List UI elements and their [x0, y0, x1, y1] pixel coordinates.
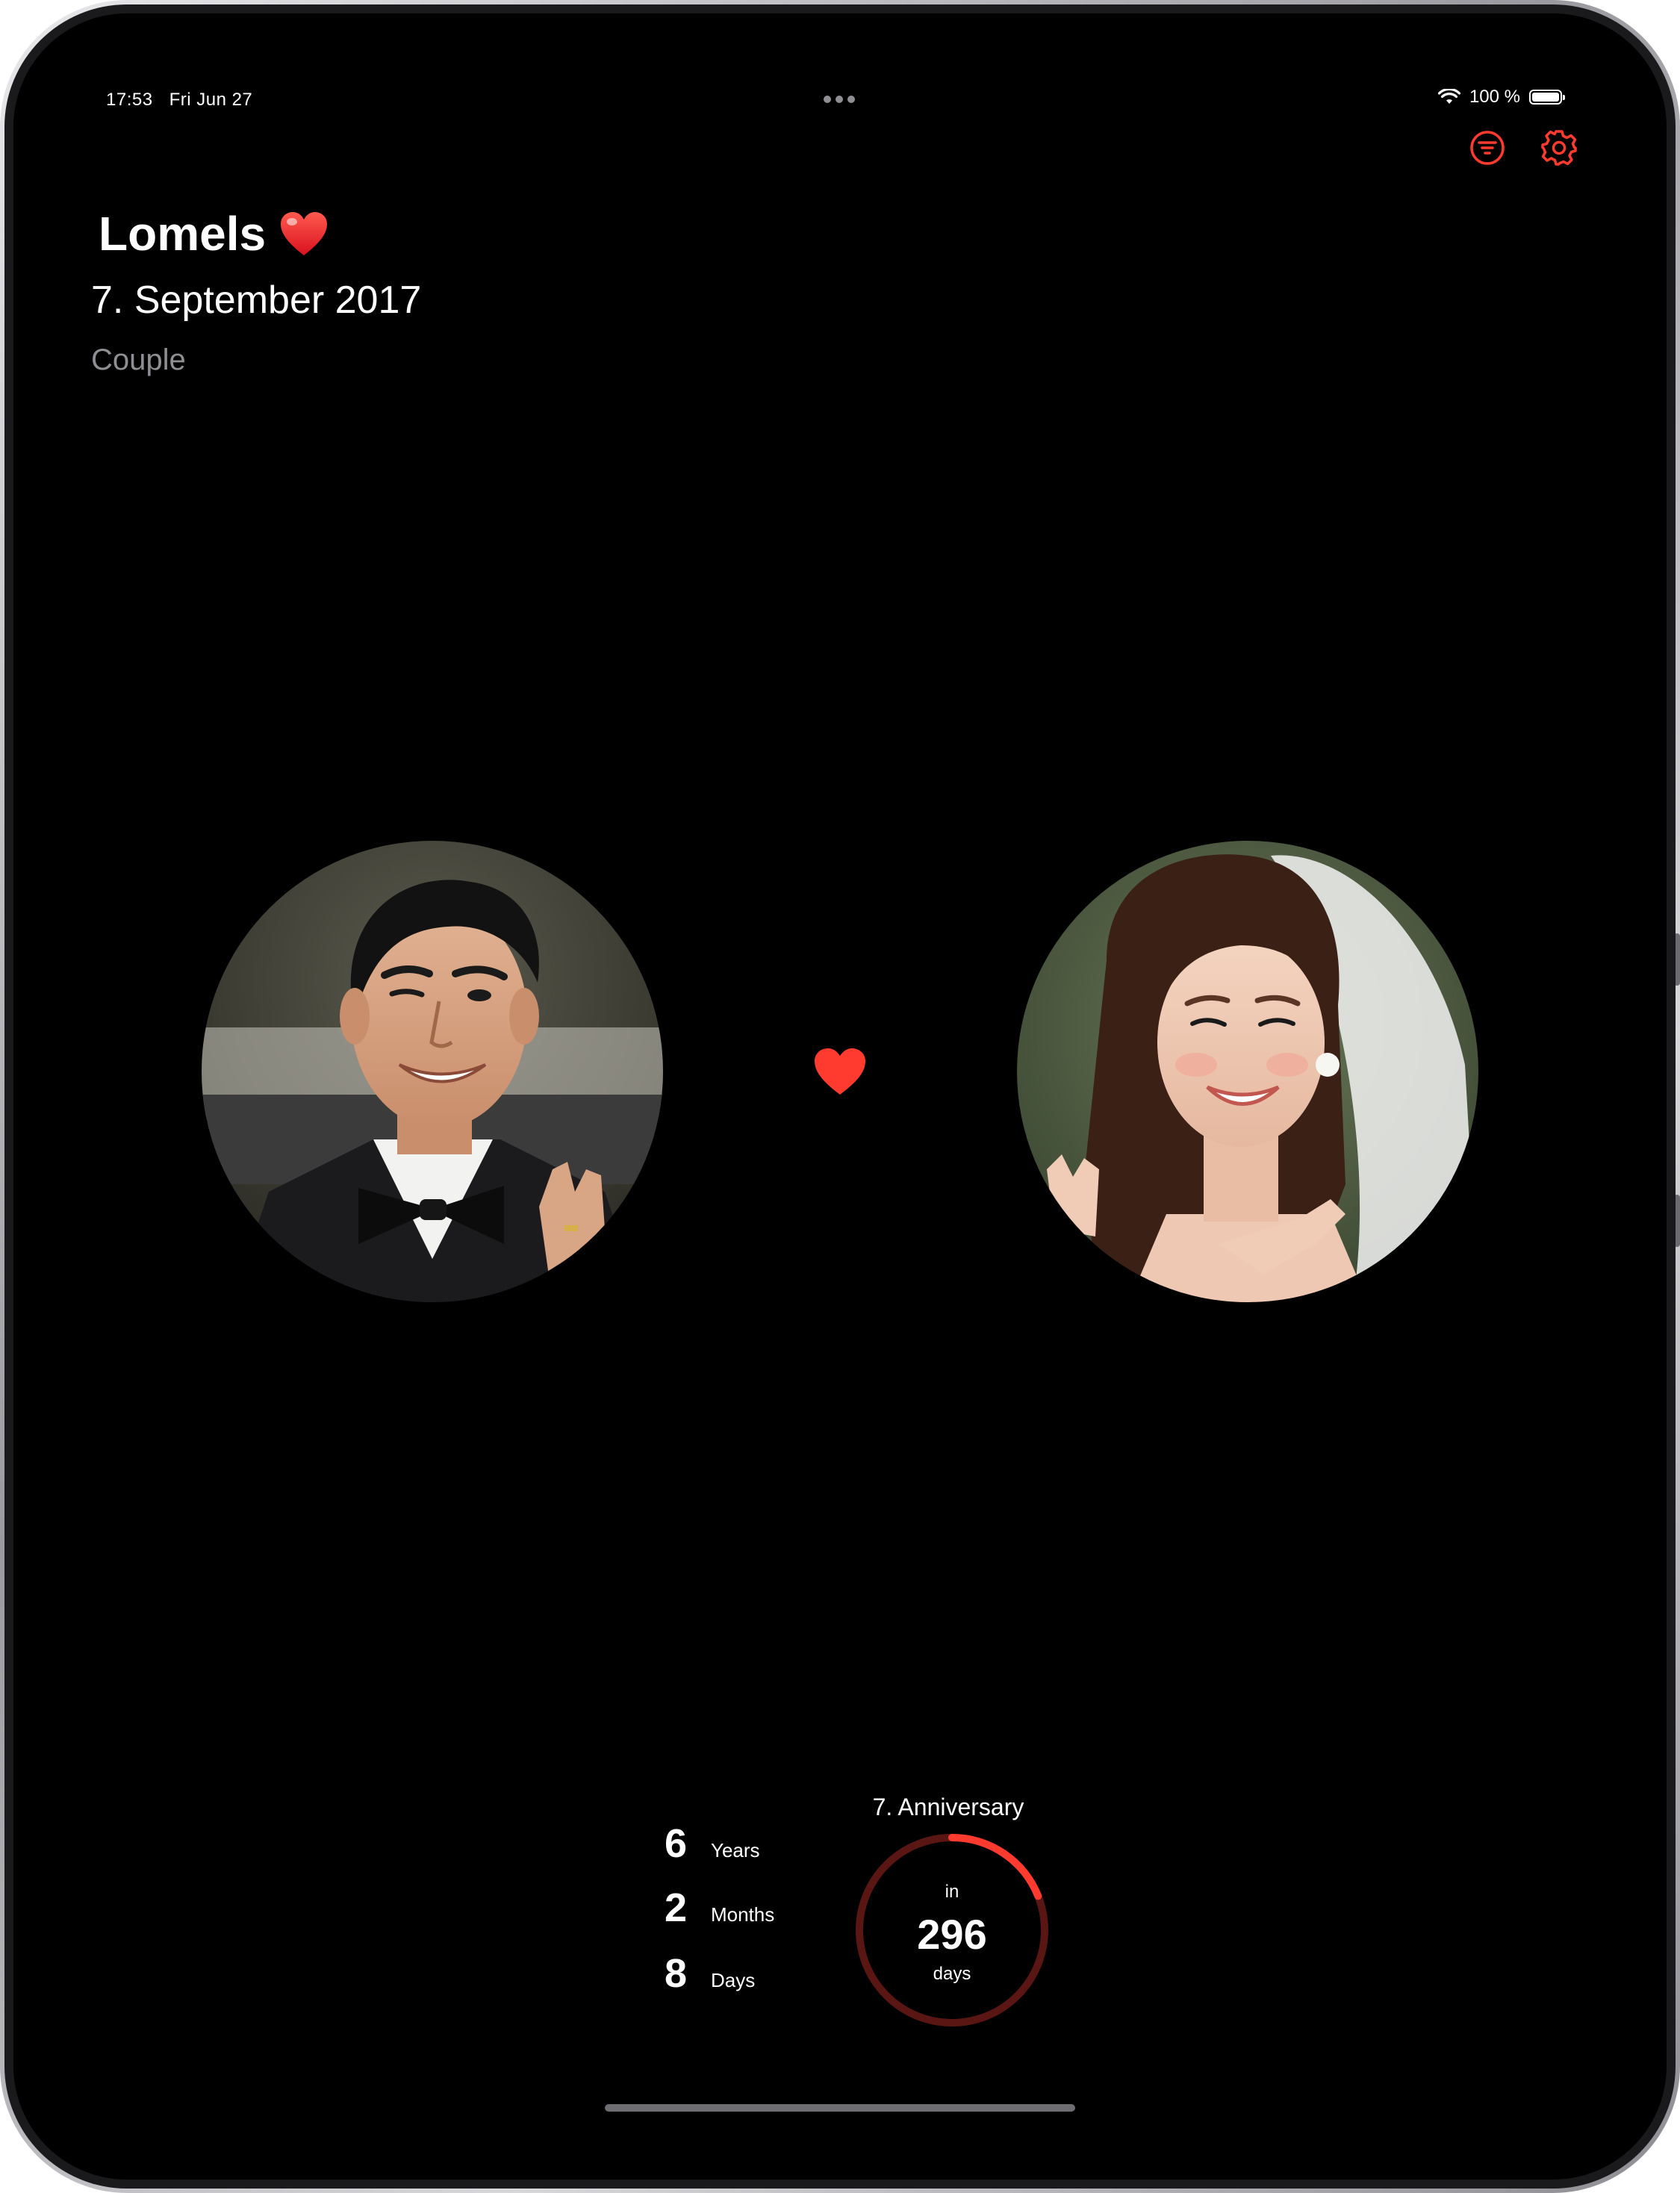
groom-photo[interactable] — [202, 841, 663, 1302]
heart-icon — [815, 1048, 865, 1095]
wifi-icon — [1437, 89, 1460, 104]
status-date: Fri Jun 27 — [169, 90, 253, 110]
heart-icon — [281, 212, 328, 255]
battery-icon — [1529, 90, 1565, 105]
months-label: Months — [711, 1903, 775, 1926]
years-value: 6 — [664, 1821, 688, 1866]
gear-icon — [1541, 130, 1577, 166]
status-bar-right: 100 % — [1437, 87, 1565, 108]
title-row: Lomels — [99, 206, 329, 261]
multitasking-dots-icon[interactable] — [824, 96, 855, 103]
anniversary-days-count: 296 — [917, 1911, 987, 1958]
home-indicator[interactable] — [605, 2104, 1075, 2112]
screen: 17:53 Fri Jun 27 100 % Lomels 7. Septemb… — [13, 13, 1667, 2180]
settings-button[interactable] — [1537, 125, 1581, 170]
days-label: Days — [711, 1969, 756, 1991]
ipad-frame: 17:53 Fri Jun 27 100 % Lomels 7. Septemb… — [0, 0, 1680, 2193]
months-counter: 2 Months — [656, 1885, 774, 1931]
event-date: 7. September 2017 — [91, 279, 422, 322]
event-category: Couple — [91, 343, 186, 376]
status-bar-time: 17:53 Fri Jun 27 — [106, 90, 252, 111]
bride-photo[interactable] — [1017, 841, 1478, 1302]
months-value: 2 — [664, 1885, 688, 1930]
days-counter: 8 Days — [656, 1950, 755, 1997]
battery-percent: 100 % — [1469, 87, 1520, 107]
anniversary-days-unit: days — [933, 1964, 971, 1984]
status-time: 17:53 — [106, 90, 153, 110]
filter-circle-icon — [1470, 131, 1505, 165]
days-value: 8 — [664, 1951, 688, 1996]
anniversary-prefix: in — [945, 1882, 959, 1902]
anniversary-label: 7. Anniversary — [872, 1794, 1024, 1820]
filter-button[interactable] — [1465, 125, 1510, 170]
years-label: Years — [711, 1839, 760, 1861]
event-title: Lomels — [99, 207, 267, 261]
years-counter: 6 Years — [656, 1820, 760, 1867]
